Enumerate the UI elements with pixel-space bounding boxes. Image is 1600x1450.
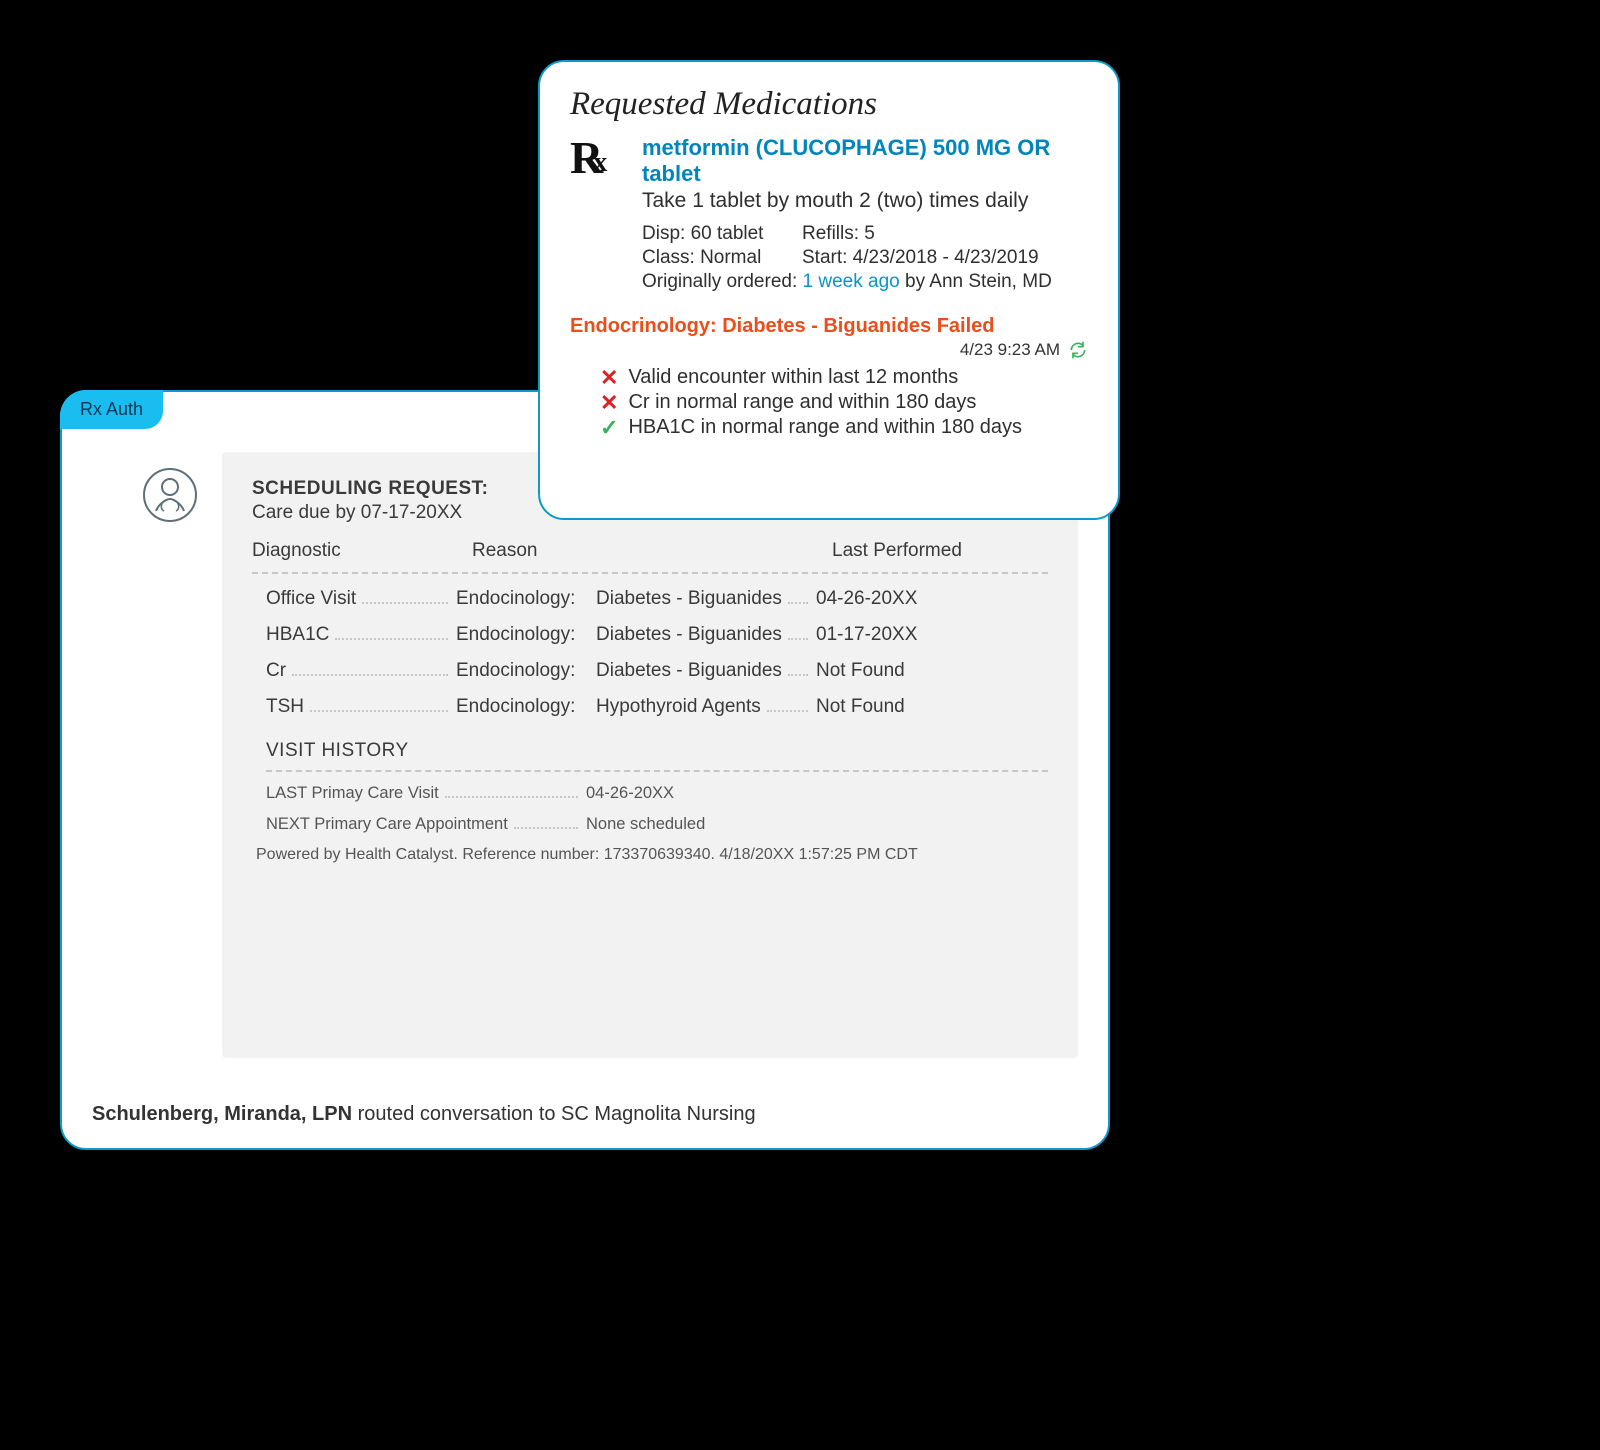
cell-last: Not Found <box>816 660 905 682</box>
medication-name[interactable]: metformin (CLUCOPHAGE) 500 MG OR tablet <box>642 135 1088 187</box>
routing-text: routed conversation to SC Magnolita Nurs… <box>352 1103 756 1125</box>
divider <box>252 572 1048 574</box>
visit-row: LAST Primay Care Visit 04-26-20XX <box>252 784 1048 803</box>
divider <box>266 770 1048 772</box>
col-reason: Reason <box>432 540 832 562</box>
table-row: HBA1C Endocinology: Diabetes - Biguanide… <box>266 624 1048 646</box>
cell-reason-1: Endocinology: <box>456 660 596 682</box>
med-disp: Disp: 60 tablet <box>642 223 802 245</box>
cell-diag: HBA1C <box>266 624 329 646</box>
validation-text: Valid encounter within last 12 months <box>628 366 958 389</box>
check-icon: ✓ <box>600 417 618 439</box>
dot-leader <box>310 710 448 712</box>
cell-reason-2: Diabetes - Biguanides <box>596 660 782 682</box>
routing-message: Schulenberg, Miranda, LPN routed convers… <box>92 1103 1078 1126</box>
validation-text: Cr in normal range and within 180 days <box>628 391 976 414</box>
table-row: Cr Endocinology: Diabetes - Biguanides N… <box>266 660 1048 682</box>
med-refills: Refills: 5 <box>802 223 1088 245</box>
validation-item: ✕ Cr in normal range and within 180 days <box>600 391 1088 414</box>
tab-rx-auth[interactable]: Rx Auth <box>60 390 163 429</box>
dot-leader <box>292 674 448 676</box>
cell-reason-2: Diabetes - Biguanides <box>596 588 782 610</box>
visit-label: LAST Primay Care Visit <box>266 784 439 803</box>
validation-list: ✕ Valid encounter within last 12 months … <box>570 366 1088 439</box>
diagnostic-table: Office Visit Endocinology: Diabetes - Bi… <box>252 588 1048 718</box>
med-class: Class: Normal <box>642 247 802 269</box>
dot-leader <box>335 638 448 640</box>
dot-leader <box>514 827 578 829</box>
visit-history-heading: VISIT HISTORY <box>252 740 1048 762</box>
col-last-performed: Last Performed <box>832 540 1048 562</box>
med-originally-ordered: Originally ordered: 1 week ago by Ann St… <box>642 271 1088 293</box>
cell-reason-1: Endocinology: <box>456 624 596 646</box>
dot-leader <box>362 602 448 604</box>
avatar <box>142 467 198 523</box>
refresh-icon[interactable] <box>1068 340 1088 360</box>
cell-diag: Office Visit <box>266 588 356 610</box>
table-row: Office Visit Endocinology: Diabetes - Bi… <box>266 588 1048 610</box>
dot-leader <box>788 638 808 640</box>
validation-item: ✓ HBA1C in normal range and within 180 d… <box>600 416 1088 439</box>
visit-row: NEXT Primary Care Appointment None sched… <box>252 815 1048 834</box>
x-icon: ✕ <box>600 392 618 414</box>
dot-leader <box>788 674 808 676</box>
cell-diag: TSH <box>266 696 304 718</box>
rx-icon: Rx <box>570 135 622 181</box>
dot-leader <box>788 602 808 604</box>
alert-timestamp: 4/23 9:23 AM <box>960 340 1060 360</box>
table-row: TSH Endocinology: Hypothyroid Agents Not… <box>266 696 1048 718</box>
routing-user: Schulenberg, Miranda, LPN <box>92 1103 352 1125</box>
alert-failed: Endocrinology: Diabetes - Biguanides Fai… <box>570 315 1088 338</box>
cell-last: 01-17-20XX <box>816 624 917 646</box>
table-header: Diagnostic Reason Last Performed <box>252 540 1048 562</box>
popover-title: Requested Medications <box>570 86 1088 123</box>
med-start: Start: 4/23/2018 - 4/23/2019 <box>802 247 1088 269</box>
scheduling-box: SCHEDULING REQUEST: Care due by 07-17-20… <box>222 452 1078 1058</box>
cell-last: Not Found <box>816 696 905 718</box>
footer-reference: Powered by Health Catalyst. Reference nu… <box>252 846 1048 864</box>
visit-value: 04-26-20XX <box>586 784 674 803</box>
dot-leader <box>445 796 578 798</box>
col-diagnostic: Diagnostic <box>252 540 432 562</box>
cell-reason-2: Hypothyroid Agents <box>596 696 761 718</box>
cell-reason-1: Endocinology: <box>456 696 596 718</box>
cell-reason-1: Endocinology: <box>456 588 596 610</box>
medication-instructions: Take 1 tablet by mouth 2 (two) times dai… <box>642 189 1088 213</box>
validation-text: HBA1C in normal range and within 180 day… <box>628 416 1022 439</box>
visit-label: NEXT Primary Care Appointment <box>266 815 508 834</box>
dot-leader <box>767 710 808 712</box>
x-icon: ✕ <box>600 367 618 389</box>
requested-medications-popover: Requested Medications Rx metformin (CLUC… <box>538 60 1120 520</box>
visit-value: None scheduled <box>586 815 705 834</box>
cell-diag: Cr <box>266 660 286 682</box>
cell-reason-2: Diabetes - Biguanides <box>596 624 782 646</box>
validation-item: ✕ Valid encounter within last 12 months <box>600 366 1088 389</box>
cell-last: 04-26-20XX <box>816 588 917 610</box>
